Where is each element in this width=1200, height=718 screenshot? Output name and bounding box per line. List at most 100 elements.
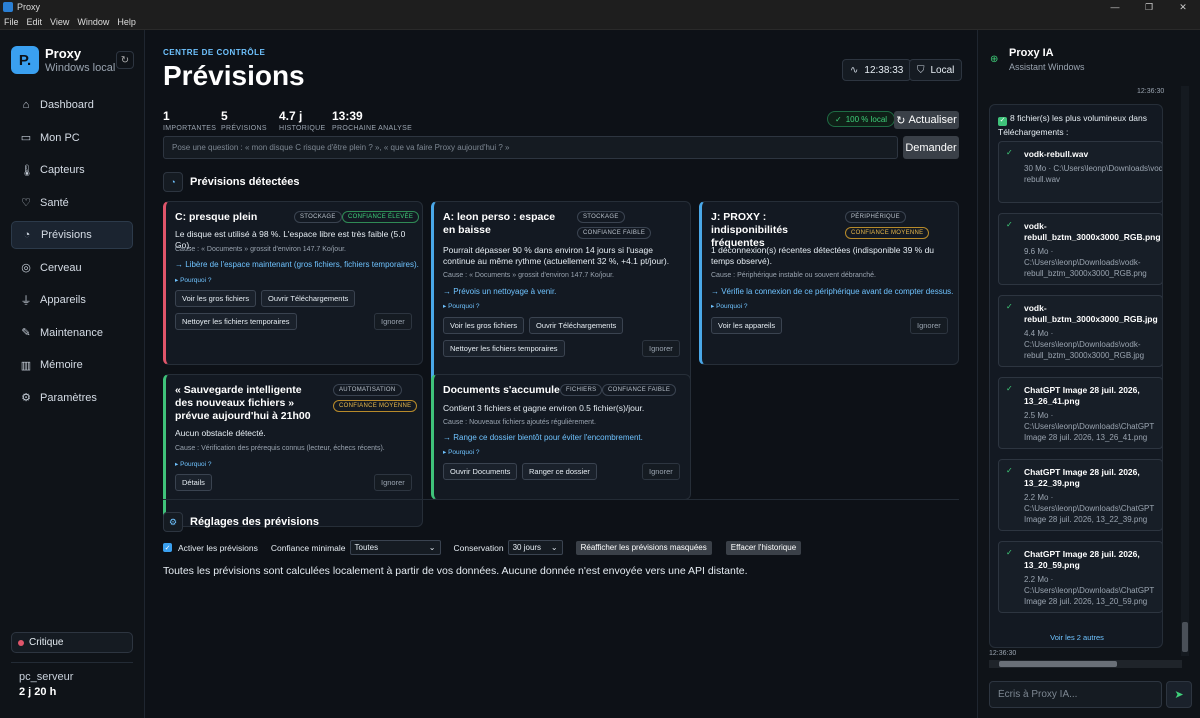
local-mode-button[interactable]: ⛉ Local (909, 59, 963, 81)
ask-button[interactable]: Demander (903, 136, 959, 159)
close-button[interactable]: ✕ (1166, 0, 1200, 14)
enable-checkbox[interactable]: ✓ (163, 543, 172, 552)
clean-temp-button[interactable]: Nettoyer les fichiers temporaires (175, 313, 297, 330)
big-files-button[interactable]: Voir les gros fichiers (175, 290, 257, 307)
file-item[interactable]: ✓ ChatGPT Image 28 juil. 2026, 13_22_39.p… (998, 459, 1162, 531)
see-devices-button[interactable]: Voir les appareils (711, 317, 783, 334)
sidebar-item-dashboard[interactable]: ⌂ Dashboard (11, 91, 133, 119)
plug-icon: ⏚ (20, 295, 32, 307)
menu-help[interactable]: Help (113, 17, 140, 27)
card-description: Contient 3 fichiers et gagne environ 0.5… (443, 403, 645, 413)
forecast-card-backup: « Sauvegarde intelligente des nouveaux f… (163, 374, 423, 527)
ignore-button[interactable]: Ignorer (642, 340, 680, 357)
forecast-card-a-drive: A: leon perso : espace en baisse STOCKAG… (431, 201, 691, 392)
check-circle-icon: ✓ (1006, 466, 1013, 475)
file-path: 30 Mo · C:\Users\leonp\Downloads\vodk-re… (1024, 164, 1163, 184)
card-cause: Cause : Vérification des prérequis connu… (175, 445, 385, 452)
sidebar-item-previsions[interactable]: ◔ Prévisions (11, 221, 133, 249)
chat-panel: ⊕ Proxy IA Assistant Windows 12:36:30 ✓ 8… (977, 30, 1200, 718)
send-button[interactable]: ➤ (1166, 681, 1192, 708)
clock-button[interactable]: ∿ 12:38:33 (842, 59, 912, 81)
file-item[interactable]: ✓ vodk-rebull.wav 30 Mo · C:\Users\leonp\D… (998, 141, 1163, 203)
title-bar: Proxy — ❐ ✕ (0, 0, 1200, 14)
why-toggle[interactable]: ▸ Pourquoi ? (711, 302, 748, 310)
big-files-button[interactable]: Voir les gros fichiers (443, 317, 525, 334)
details-button[interactable]: Détails (175, 474, 212, 491)
minimize-button[interactable]: — (1098, 0, 1132, 14)
sidebar-refresh-button[interactable]: ↻ (116, 51, 134, 69)
card-title: C: presque plein (175, 211, 258, 223)
card-action[interactable]: → Libère de l'espace maintenant (gros fi… (175, 260, 419, 269)
open-downloads-button[interactable]: Ouvrir Téléchargements (261, 290, 356, 307)
ask-input[interactable] (163, 136, 898, 159)
clear-history-button[interactable]: Effacer l'historique (725, 540, 802, 555)
forecast-icon: ◔ (23, 229, 31, 241)
tidy-folder-button[interactable]: Ranger ce dossier (522, 463, 597, 480)
check-circle-icon: ✓ (1006, 548, 1013, 557)
chat-input[interactable] (989, 681, 1162, 708)
file-item[interactable]: ✓ vodk-rebull_bztm_3000x3000_RGB.jpg 4.4 M… (998, 295, 1162, 367)
why-toggle[interactable]: ▸ Pourquoi ? (175, 460, 212, 468)
main-content: CENTRE DE CONTRÔLE Prévisions ∿ 12:38:33… (145, 30, 977, 718)
status-badge[interactable]: Critique (11, 632, 133, 653)
open-downloads-button[interactable]: Ouvrir Téléchargements (529, 317, 624, 334)
sidebar-item-parametres[interactable]: ⚙ Paramètres (11, 384, 133, 412)
refresh-button[interactable]: ↻ Actualiser (894, 111, 959, 129)
ignore-button[interactable]: Ignorer (642, 463, 680, 480)
sidebar-item-appareils[interactable]: ⏚ Appareils (11, 286, 133, 314)
file-item[interactable]: ✓ vodk-rebull_bztm_3000x3000_RGB.png 9.6 M… (998, 213, 1162, 285)
why-toggle[interactable]: ▸ Pourquoi ? (443, 448, 480, 456)
retention-select[interactable]: 30 jours ⌄ (507, 540, 563, 555)
why-toggle[interactable]: ▸ Pourquoi ? (443, 302, 480, 310)
monitor-icon: ▭ (20, 132, 32, 144)
stat-history: 4.7 j HISTORIQUE (279, 109, 326, 132)
show-hidden-button[interactable]: Réafficher les prévisions masquées (575, 540, 712, 555)
ignore-button[interactable]: Ignorer (374, 313, 412, 330)
card-action[interactable]: → Range ce dossier bientôt pour éviter l… (443, 433, 643, 442)
gear-icon: ⚙ (21, 392, 31, 404)
card-tag: PÉRIPHÉRIQUE (845, 211, 906, 223)
clean-temp-button[interactable]: Nettoyer les fichiers temporaires (443, 340, 565, 357)
ignore-button[interactable]: Ignorer (910, 317, 948, 334)
menu-edit[interactable]: Edit (23, 17, 47, 27)
why-toggle[interactable]: ▸ Pourquoi ? (175, 276, 212, 284)
sidebar-item-mon-pc[interactable]: ▭ Mon PC (11, 124, 133, 152)
shield-icon: ⛉ (917, 64, 925, 76)
sidebar-item-cerveau[interactable]: ◎ Cerveau (11, 254, 133, 282)
sidebar-item-sante[interactable]: ♡ Santé (11, 189, 133, 217)
chat-horizontal-scrollbar[interactable] (989, 660, 1182, 668)
sidebar-item-capteurs[interactable]: 🌡 Capteurs (11, 156, 133, 184)
enable-label: Activer les prévisions (178, 542, 258, 553)
forecast-card-j-drive: J: PROXY : indisponibilités fréquentes P… (699, 201, 959, 365)
card-title: Documents s'accumule (443, 384, 560, 396)
chat-vertical-scrollbar[interactable] (1181, 86, 1189, 656)
file-item[interactable]: ✓ ChatGPT Image 28 juil. 2026, 13_20_59.p… (998, 541, 1162, 613)
card-action[interactable]: → Vérifie la connexion de ce périphériqu… (711, 287, 953, 296)
ignore-button[interactable]: Ignorer (374, 474, 412, 491)
refresh-icon: ↻ (120, 54, 130, 66)
sidebar-item-label: Capteurs (40, 164, 85, 176)
window-controls: — ❐ ✕ (1098, 0, 1200, 14)
book-icon: ▥ (20, 359, 32, 372)
scroll-thumb[interactable] (999, 661, 1117, 667)
card-cause: Cause : Périphérique instable ou souvent… (711, 272, 876, 279)
card-description: Aucun obstacle détecté. (175, 428, 266, 438)
maximize-button[interactable]: ❐ (1132, 0, 1166, 14)
confidence-badge: CONFIANCE ÉLEVÉE (342, 211, 420, 223)
wrench-icon: ✎ (21, 327, 31, 339)
sidebar-divider (11, 662, 133, 663)
scroll-thumb[interactable] (1182, 622, 1188, 652)
menu-view[interactable]: View (46, 17, 73, 27)
see-more-link[interactable]: Voir les 2 autres (990, 633, 1162, 642)
card-title: A: leon perso : espace en baisse (443, 211, 556, 236)
open-documents-button[interactable]: Ouvrir Documents (443, 463, 518, 480)
file-item[interactable]: ✓ ChatGPT Image 28 juil. 2026, 13_26_41.p… (998, 377, 1162, 449)
sidebar-item-maintenance[interactable]: ✎ Maintenance (11, 319, 133, 347)
min-confidence-select[interactable]: Toutes ⌄ (349, 540, 441, 555)
card-action[interactable]: → Prévois un nettoyage à venir. (443, 287, 556, 296)
file-path: 2.5 Mo · C:\Users\leonp\Downloads\ChatGP… (1024, 411, 1155, 442)
menu-window[interactable]: Window (73, 17, 113, 27)
stat-important: 1 IMPORTANTES (163, 109, 217, 132)
menu-file[interactable]: File (0, 17, 23, 27)
sidebar-item-memoire[interactable]: ▥ Mémoire (11, 351, 133, 379)
